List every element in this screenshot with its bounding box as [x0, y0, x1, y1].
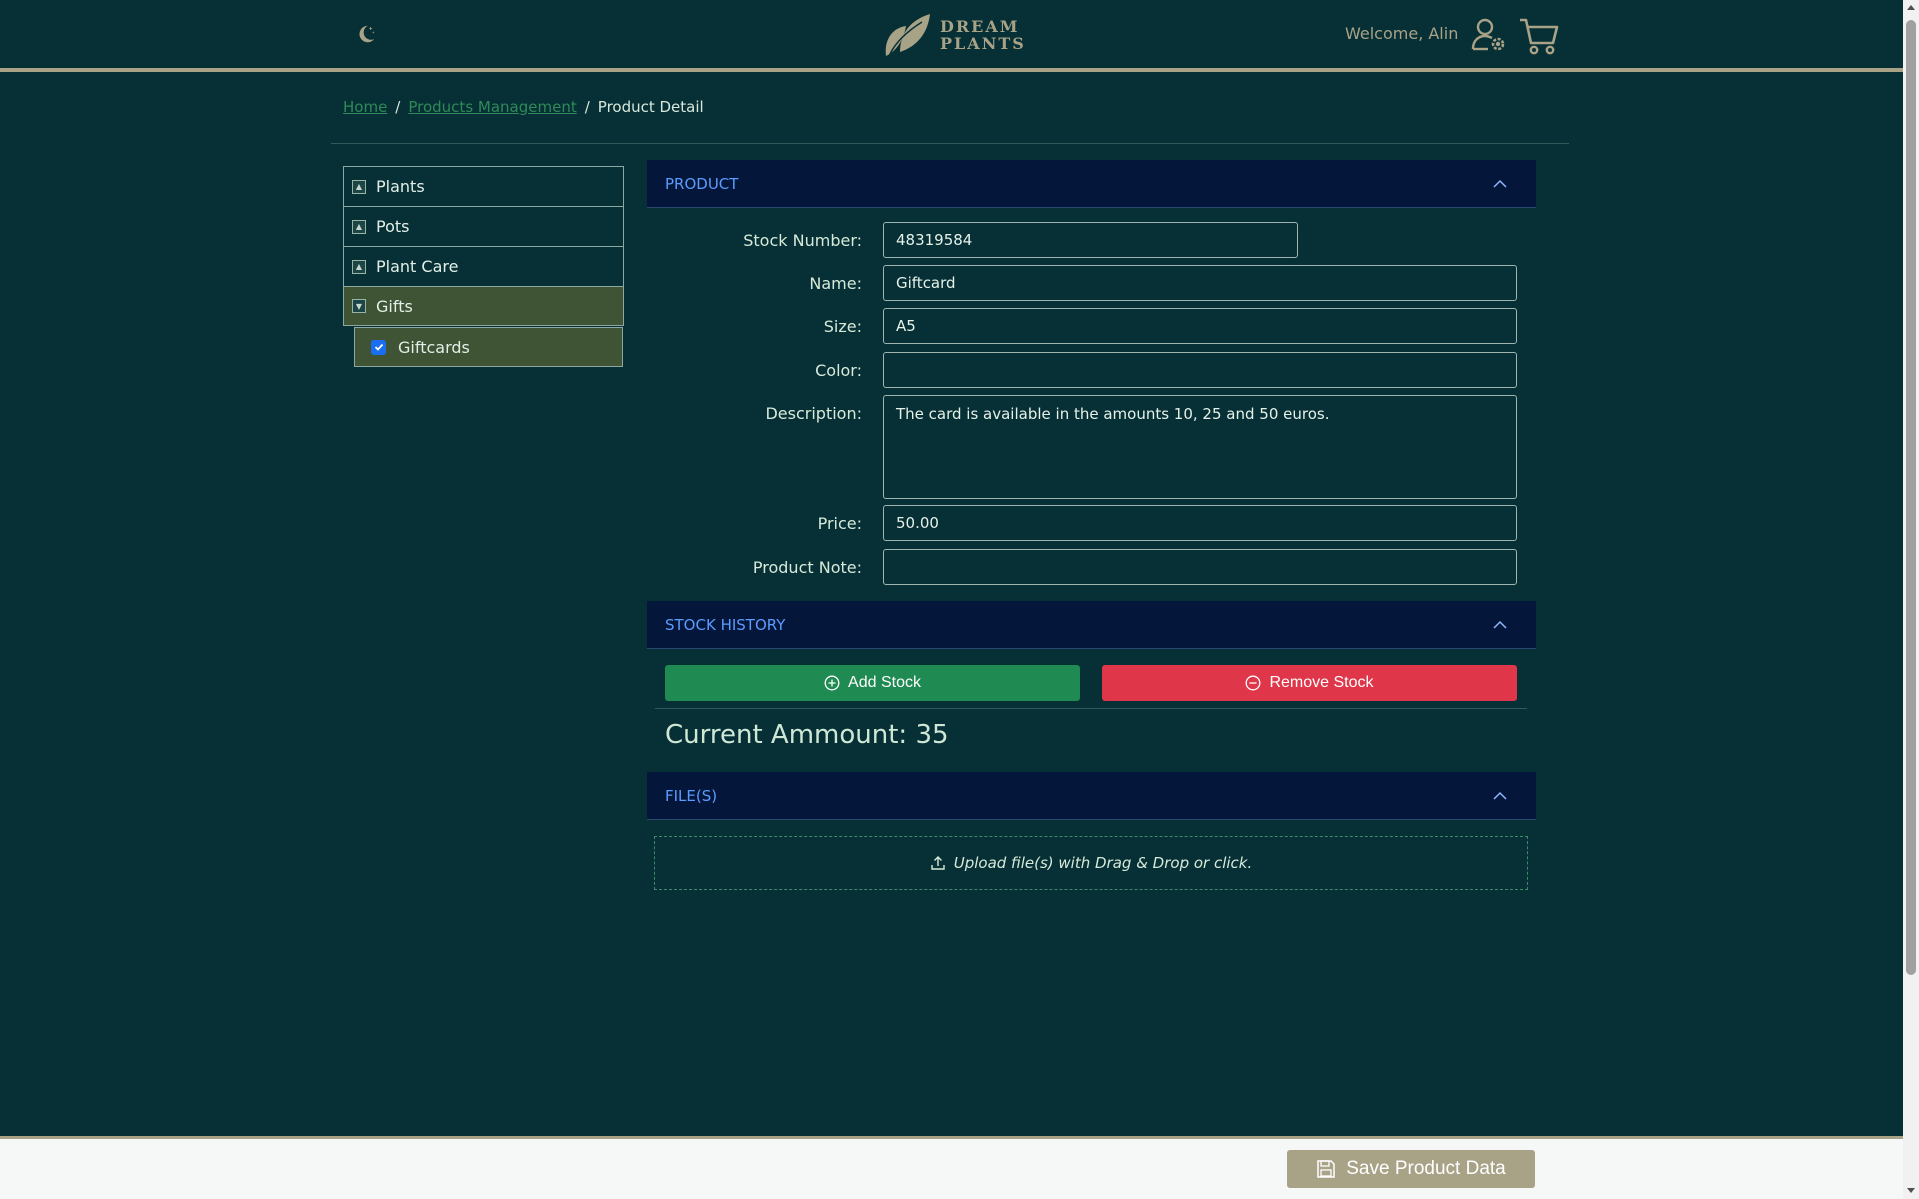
stock-number-label: Stock Number:	[743, 231, 862, 250]
expand-icon[interactable]: ▲	[352, 219, 366, 234]
remove-stock-label: Remove Stock	[1269, 674, 1374, 691]
user-settings-icon[interactable]	[1470, 16, 1508, 54]
save-product-button[interactable]: Save Product Data	[1287, 1150, 1535, 1188]
plus-circle-icon	[824, 675, 840, 691]
current-amount-label: Current Ammount:	[665, 720, 908, 750]
product-note-input[interactable]	[883, 549, 1517, 585]
checkbox-checked-icon[interactable]	[371, 339, 386, 355]
description-label: Description:	[765, 404, 862, 423]
upload-icon	[931, 856, 945, 870]
breadcrumb-home[interactable]: Home	[343, 98, 387, 116]
upload-text: Upload file(s) with Drag & Drop or click…	[953, 854, 1253, 872]
category-label: Gifts	[376, 296, 413, 316]
category-sidebar: ▲ Plants ▲ Pots ▲ Plant Care ▼ Gifts Gif…	[343, 166, 624, 367]
logo-line2: PLANTS	[940, 34, 1026, 53]
logo-line1: DREAM	[940, 17, 1020, 36]
scrollbar-thumb[interactable]	[1906, 20, 1916, 975]
chevron-up-icon[interactable]	[1492, 176, 1508, 192]
cart-icon[interactable]	[1518, 16, 1560, 56]
leaf-logo-icon	[885, 14, 930, 56]
add-stock-label: Add Stock	[848, 674, 921, 691]
breadcrumb-current: Product Detail	[597, 98, 704, 116]
collapse-icon[interactable]: ▼	[352, 299, 366, 313]
section-title: PRODUCT	[665, 174, 739, 193]
save-product-label: Save Product Data	[1346, 1158, 1506, 1179]
category-label: Pots	[376, 217, 410, 236]
description-textarea[interactable]: The card is available in the amounts 10,…	[883, 395, 1517, 499]
section-title: FILE(S)	[665, 786, 718, 805]
logo[interactable]: DREAM PLANTS	[882, 12, 1026, 58]
welcome-text: Welcome, Alin	[1345, 24, 1459, 43]
name-label: Name:	[809, 274, 862, 293]
product-section-header[interactable]: PRODUCT	[647, 160, 1536, 208]
size-input[interactable]	[883, 308, 1517, 344]
subcategory-label: Giftcards	[398, 337, 470, 357]
breadcrumb-divider	[331, 143, 1569, 144]
files-section-header[interactable]: FILE(S)	[647, 772, 1536, 820]
moon-icon[interactable]	[352, 20, 380, 48]
product-note-label: Product Note:	[752, 558, 862, 577]
expand-icon[interactable]: ▲	[352, 259, 366, 274]
stock-number-input[interactable]	[883, 222, 1298, 258]
save-icon	[1317, 1160, 1335, 1178]
color-label: Color:	[815, 361, 862, 380]
breadcrumb-separator: /	[584, 98, 590, 116]
category-gifts[interactable]: ▼ Gifts	[343, 286, 624, 326]
price-input[interactable]	[883, 505, 1517, 541]
color-input[interactable]	[883, 352, 1517, 388]
stock-history-section-header[interactable]: STOCK HISTORY	[647, 601, 1536, 649]
category-plant-care[interactable]: ▲ Plant Care	[343, 246, 624, 286]
price-label: Price:	[817, 514, 862, 533]
chevron-up-icon[interactable]	[1492, 788, 1508, 804]
add-stock-button[interactable]: Add Stock	[665, 665, 1080, 701]
breadcrumb: Home / Products Management / Product Det…	[343, 98, 704, 116]
stock-divider	[655, 708, 1527, 709]
footer-bar	[0, 1136, 1903, 1199]
breadcrumb-separator: /	[395, 98, 401, 116]
scroll-up-icon[interactable]	[1907, 4, 1915, 12]
size-label: Size:	[823, 317, 862, 336]
chevron-up-icon[interactable]	[1492, 617, 1508, 633]
current-amount-value: 35	[915, 720, 949, 750]
subcategory-giftcards[interactable]: Giftcards	[354, 327, 623, 367]
category-label: Plant Care	[376, 257, 459, 276]
expand-icon[interactable]: ▲	[352, 179, 366, 194]
category-pots[interactable]: ▲ Pots	[343, 206, 624, 246]
minus-circle-icon	[1246, 675, 1261, 691]
category-label: Plants	[376, 177, 425, 196]
section-title: STOCK HISTORY	[665, 615, 786, 634]
scroll-down-icon[interactable]	[1907, 1186, 1915, 1194]
logo-text: DREAM PLANTS	[940, 18, 1026, 52]
breadcrumb-products-management[interactable]: Products Management	[408, 98, 576, 116]
file-upload-dropzone[interactable]: Upload file(s) with Drag & Drop or click…	[654, 836, 1528, 890]
top-navbar: DREAM PLANTS Welcome, Alin	[0, 0, 1903, 72]
name-input[interactable]	[883, 265, 1517, 301]
remove-stock-button[interactable]: Remove Stock	[1102, 665, 1517, 701]
current-amount: Current Ammount: 35	[665, 720, 949, 750]
category-plants[interactable]: ▲ Plants	[343, 166, 624, 206]
